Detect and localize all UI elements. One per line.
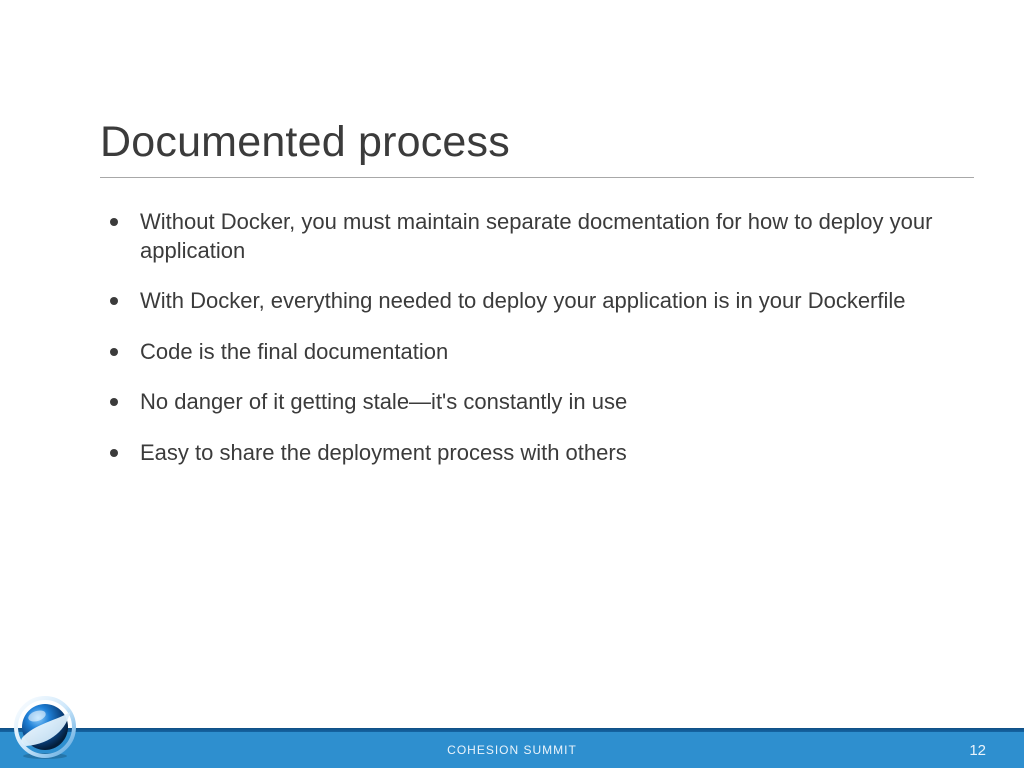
slide: Documented process Without Docker, you m… — [0, 0, 1024, 768]
list-item: Easy to share the deployment process wit… — [100, 439, 964, 468]
bullet-text: With Docker, everything needed to deploy… — [140, 288, 906, 313]
footer-label: COHESION SUMMIT — [0, 732, 1024, 768]
bullet-text: No danger of it getting stale—it's const… — [140, 389, 627, 414]
list-item: Code is the final documentation — [100, 338, 964, 367]
bullet-list: Without Docker, you must maintain separa… — [100, 208, 964, 490]
bullet-text: Code is the final documentation — [140, 339, 448, 364]
list-item: With Docker, everything needed to deploy… — [100, 287, 964, 316]
page-number: 12 — [969, 732, 986, 768]
list-item: No danger of it getting stale—it's const… — [100, 388, 964, 417]
bullet-text: Without Docker, you must maintain separa… — [140, 209, 932, 263]
list-item: Without Docker, you must maintain separa… — [100, 208, 964, 265]
logo-icon — [12, 694, 78, 760]
slide-title: Documented process — [100, 118, 974, 178]
bullet-text: Easy to share the deployment process wit… — [140, 440, 627, 465]
